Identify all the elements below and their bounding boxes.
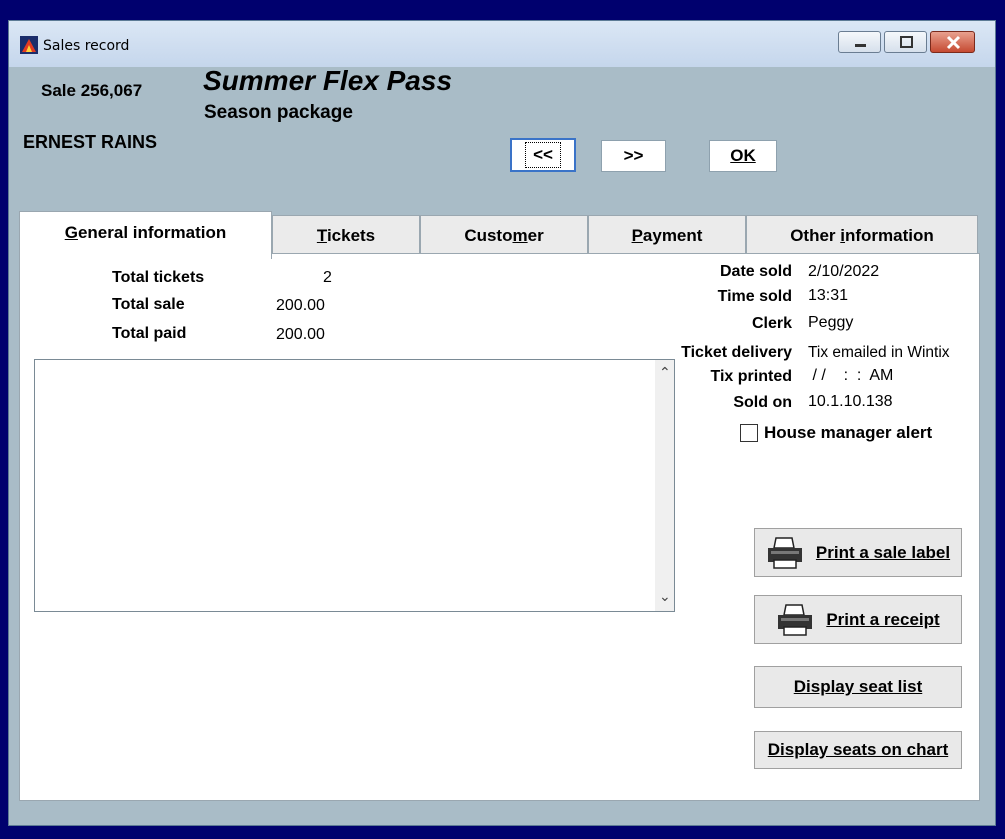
display-seat-list-button[interactable]: Display seat list — [754, 666, 962, 708]
tab-label: General information — [64, 222, 227, 242]
maximize-button[interactable] — [884, 31, 927, 53]
app-icon — [20, 36, 38, 54]
next-record-button[interactable]: >> — [601, 140, 666, 172]
tab-label: Tickets — [316, 225, 376, 245]
ticket-delivery-value: Tix emailed in Wintix — [808, 344, 950, 361]
tix-printed-label: Tix printed — [710, 368, 793, 385]
date-sold-label: Date sold — [719, 263, 792, 280]
clerk-label: Clerk — [751, 315, 792, 332]
general-info-panel: Total tickets 2 Total sale 200.00 Total … — [19, 253, 980, 801]
time-sold-value: 13:31 — [808, 287, 849, 304]
minimize-icon — [855, 44, 866, 47]
previous-record-button[interactable]: << — [510, 138, 576, 172]
print-sale-label-button[interactable]: Print a sale label — [754, 528, 962, 577]
checkbox-box[interactable] — [740, 424, 758, 442]
tab-general-information[interactable]: General information — [19, 211, 272, 259]
print-receipt-button[interactable]: Print a receipt — [754, 595, 962, 644]
tab-customer[interactable]: Customer — [420, 215, 588, 255]
event-title: Summer Flex Pass — [203, 65, 453, 96]
notes-textarea[interactable]: ⌃ ⌄ — [34, 359, 675, 612]
house-manager-alert-checkbox[interactable]: House manager alert — [740, 423, 932, 443]
sold-on-label: Sold on — [733, 394, 792, 411]
print-sale-label-text: Print a sale label — [815, 542, 951, 562]
ticket-delivery-label: Ticket delivery — [681, 344, 792, 361]
total-tickets-value: 2 — [323, 269, 332, 286]
tab-other-information[interactable]: Other information — [746, 215, 978, 255]
total-paid-value: 200.00 — [276, 326, 325, 343]
total-sale-label: Total sale — [112, 296, 185, 313]
tab-label: Other information — [790, 225, 934, 245]
ok-button[interactable]: OK — [709, 140, 777, 172]
close-button[interactable] — [930, 31, 975, 53]
close-icon — [946, 35, 961, 50]
customer-name: ERNEST RAINS — [23, 132, 158, 152]
sales-record-window: Sales record Sale 256,067 Summer Flex Pa… — [8, 20, 996, 826]
display-seats-chart-text: Display seats on chart — [767, 740, 949, 759]
print-receipt-text: Print a receipt — [826, 609, 940, 629]
house-manager-alert-label: House manager alert — [764, 423, 933, 442]
tix-printed-value: / / : : AM — [808, 367, 894, 384]
printer-icon — [778, 603, 813, 636]
minimize-button[interactable] — [838, 31, 881, 53]
clerk-value: Peggy — [808, 314, 854, 331]
total-paid-label: Total paid — [112, 325, 187, 342]
total-sale-value: 200.00 — [276, 297, 325, 314]
display-seats-chart-button[interactable]: Display seats on chart — [754, 731, 962, 769]
maximize-icon — [900, 36, 913, 48]
date-sold-value: 2/10/2022 — [808, 263, 880, 280]
tab-payment[interactable]: Payment — [588, 215, 746, 255]
ok-label: OK — [730, 146, 756, 165]
display-seat-list-text: Display seat list — [793, 677, 923, 696]
window-title: Sales record — [43, 38, 130, 54]
tab-label: Payment — [631, 225, 703, 245]
time-sold-label: Time sold — [717, 288, 792, 305]
tab-tickets[interactable]: Tickets — [272, 215, 420, 255]
event-subtitle: Season package — [204, 102, 353, 123]
title-bar[interactable]: Sales record — [9, 21, 995, 67]
sale-number: Sale 256,067 — [41, 81, 143, 100]
scroll-down-icon[interactable]: ⌄ — [659, 588, 671, 605]
sold-on-value: 10.1.10.138 — [808, 393, 893, 410]
prev-label: << — [525, 142, 561, 168]
total-tickets-label: Total tickets — [112, 269, 205, 286]
tab-label: Customer — [464, 225, 544, 245]
printer-icon — [767, 536, 802, 569]
